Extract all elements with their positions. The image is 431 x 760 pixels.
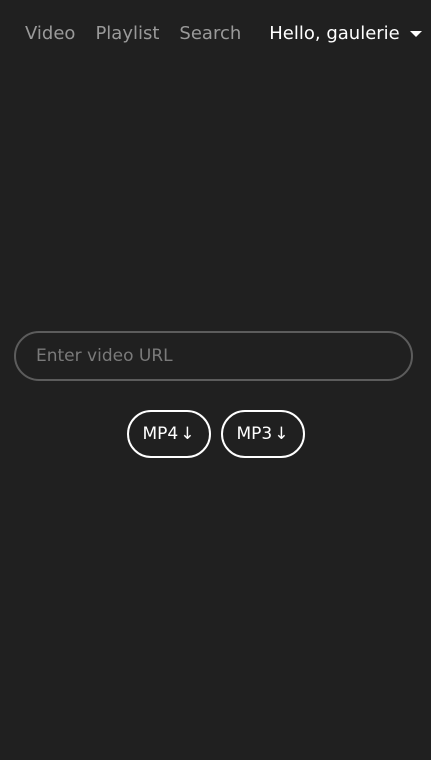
mp4-download-button[interactable]: MP4 ↓ xyxy=(126,410,211,458)
download-arrow-icon: ↓ xyxy=(274,424,289,444)
user-menu-toggle[interactable]: Hello, gaulerie xyxy=(269,22,422,44)
video-url-input[interactable] xyxy=(14,331,413,381)
user-greeting: Hello, gaulerie xyxy=(269,22,400,44)
nav-link-search[interactable]: Search xyxy=(179,23,241,44)
download-arrow-icon: ↓ xyxy=(180,424,195,444)
mp3-button-label: MP3 xyxy=(236,424,273,444)
nav-link-playlist[interactable]: Playlist xyxy=(95,23,159,44)
top-navbar: Video Playlist Search Hello, gaulerie xyxy=(0,0,431,66)
mp4-button-label: MP4 xyxy=(142,424,179,444)
mp3-download-button[interactable]: MP3 ↓ xyxy=(220,410,305,458)
download-button-group: MP4 ↓ MP3 ↓ xyxy=(0,410,431,458)
nav-link-video[interactable]: Video xyxy=(25,23,75,44)
caret-down-icon xyxy=(409,31,422,37)
